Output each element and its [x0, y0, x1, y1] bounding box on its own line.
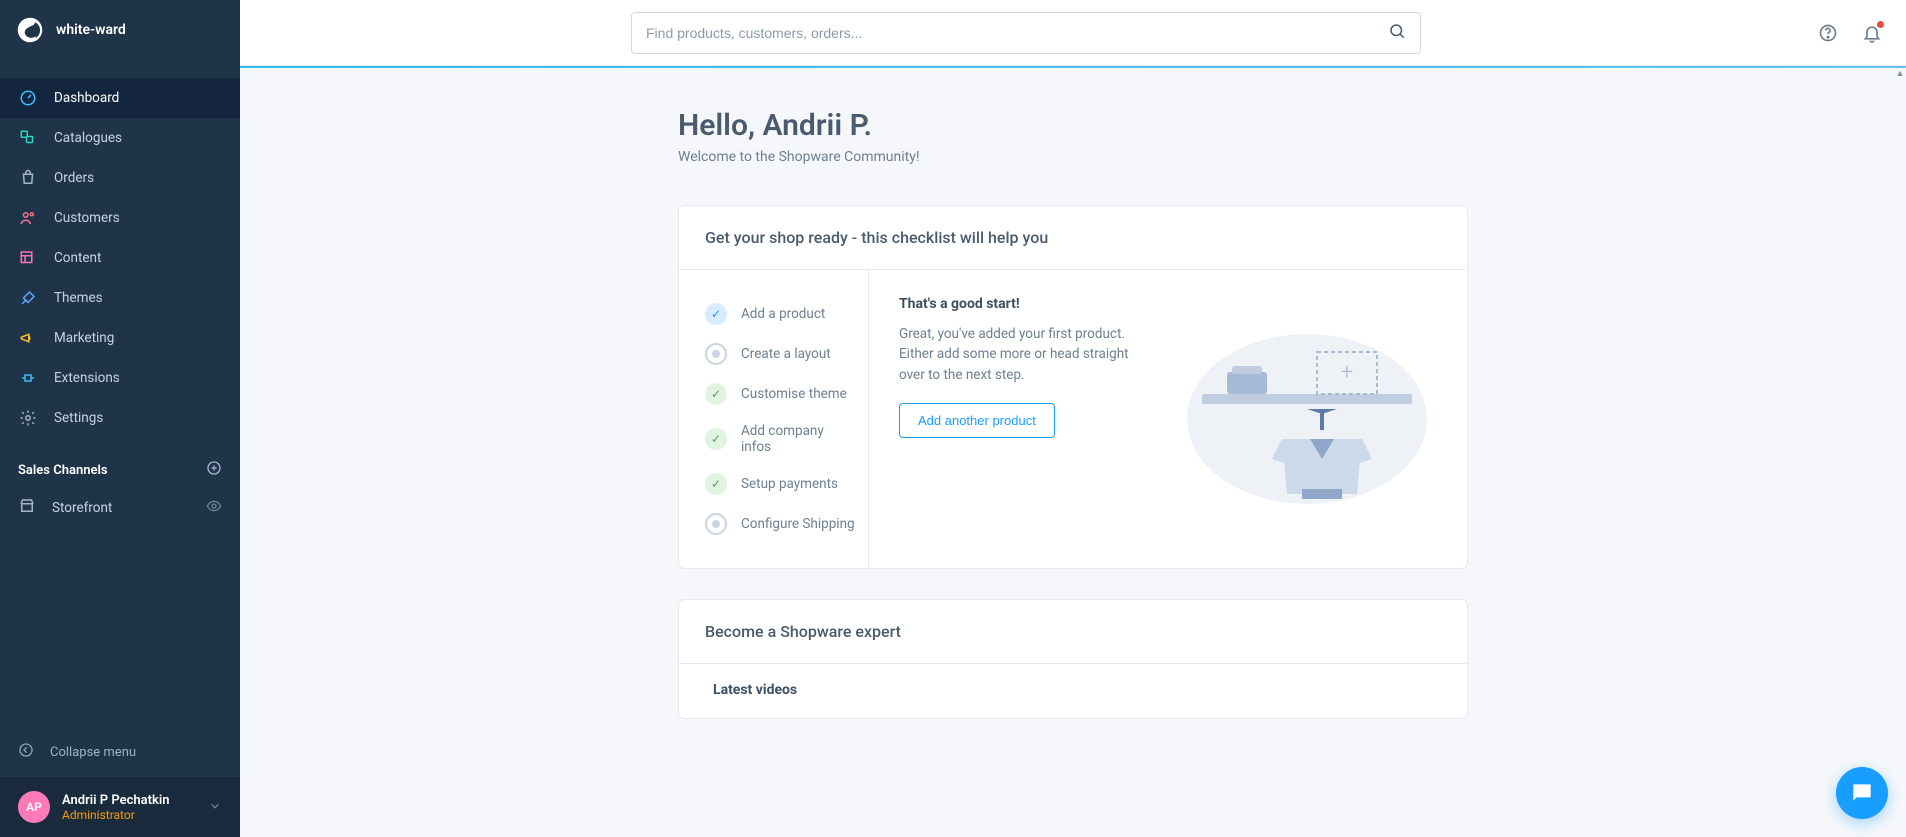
main: Hello, Andrii P. Welcome to the Shopware… — [240, 0, 1906, 837]
nav-label: Marketing — [54, 330, 114, 346]
storefront-icon — [18, 497, 36, 519]
checklist-label: Setup payments — [741, 476, 838, 492]
checklist-item-customise-theme[interactable]: ✓ Customise theme — [705, 374, 856, 414]
search-input[interactable] — [646, 25, 1388, 41]
search-input-wrap[interactable] — [631, 12, 1421, 54]
plugin-icon — [18, 368, 38, 388]
checklist-item-shipping[interactable]: Configure Shipping — [705, 504, 856, 544]
boxes-icon — [18, 128, 38, 148]
nav-label: Catalogues — [54, 130, 122, 146]
checklist-detail: That's a good start! Great, you've added… — [869, 270, 1467, 568]
help-icon[interactable] — [1818, 23, 1838, 43]
page-subtitle: Welcome to the Shopware Community! — [678, 149, 1468, 165]
brand-name: white-ward — [56, 22, 126, 38]
check-icon: ✓ — [705, 303, 727, 325]
checklist-label: Create a layout — [741, 346, 831, 362]
megaphone-icon — [18, 328, 38, 348]
topbar-actions — [1788, 23, 1882, 43]
nav-label: Settings — [54, 410, 103, 426]
user-role: Administrator — [62, 808, 169, 822]
checklist: ✓ Add a product Create a layout ✓ Custom… — [679, 270, 869, 568]
checklist-label: Add company infos — [741, 423, 856, 455]
bag-icon — [18, 168, 38, 188]
nav-marketing[interactable]: Marketing — [0, 318, 240, 358]
layout-icon — [18, 248, 38, 268]
avatar: AP — [18, 791, 50, 823]
notification-dot-icon — [1877, 21, 1884, 28]
nav-customers[interactable]: Customers — [0, 198, 240, 238]
gear-icon — [18, 408, 38, 428]
page-title: Hello, Andrii P. — [678, 108, 1468, 143]
checklist-label: Configure Shipping — [741, 516, 855, 532]
checklist-item-create-layout[interactable]: Create a layout — [705, 334, 856, 374]
chevron-down-icon — [208, 798, 222, 817]
search-icon[interactable] — [1388, 22, 1406, 44]
checklist-label: Customise theme — [741, 386, 847, 402]
main-nav: Dashboard Catalogues Orders Customers Co… — [0, 60, 240, 438]
checklist-item-setup-payments[interactable]: ✓ Setup payments — [705, 464, 856, 504]
checklist-card: Get your shop ready - this checklist wil… — [678, 205, 1468, 569]
nav-dashboard[interactable]: Dashboard — [0, 78, 240, 118]
topbar — [240, 0, 1906, 66]
expert-card-title: Become a Shopware expert — [679, 600, 1467, 664]
nav-label: Extensions — [54, 370, 120, 386]
collapse-label: Collapse menu — [50, 745, 136, 760]
checklist-label: Add a product — [741, 306, 825, 322]
nav-orders[interactable]: Orders — [0, 158, 240, 198]
gauge-icon — [18, 88, 38, 108]
nav-label: Orders — [54, 170, 94, 186]
collapse-icon — [18, 742, 34, 762]
checklist-illustration-icon: + — [1177, 296, 1437, 542]
check-icon: ✓ — [705, 428, 727, 450]
user-footer[interactable]: AP Andrii P Pechatkin Administrator — [0, 776, 240, 837]
detail-desc: Great, you've added your first product. … — [899, 324, 1147, 385]
nav-extensions[interactable]: Extensions — [0, 358, 240, 398]
users-icon — [18, 208, 38, 228]
checklist-card-title: Get your shop ready - this checklist wil… — [679, 206, 1467, 270]
expert-card-subtitle: Latest videos — [679, 664, 1467, 698]
sales-channel-label: Storefront — [52, 500, 112, 516]
checklist-item-add-product[interactable]: ✓ Add a product — [705, 294, 856, 334]
nav-settings[interactable]: Settings — [0, 398, 240, 438]
add-channel-icon[interactable] — [206, 460, 222, 480]
circle-icon — [705, 343, 727, 365]
content-scroll[interactable]: Hello, Andrii P. Welcome to the Shopware… — [240, 68, 1906, 837]
eye-icon[interactable] — [206, 498, 222, 518]
nav-label: Themes — [54, 290, 103, 306]
nav-content[interactable]: Content — [0, 238, 240, 278]
sidebar-header: white-ward — [0, 0, 240, 60]
detail-title: That's a good start! — [899, 296, 1147, 312]
check-icon: ✓ — [705, 473, 727, 495]
add-another-product-button[interactable]: Add another product — [899, 403, 1055, 438]
brand-logo-icon — [16, 16, 44, 44]
nav-themes[interactable]: Themes — [0, 278, 240, 318]
expert-card: Become a Shopware expert Latest videos — [678, 599, 1468, 719]
sales-channels-title: Sales Channels — [18, 463, 108, 478]
brush-icon — [18, 288, 38, 308]
sales-channels-header: Sales Channels — [0, 438, 240, 488]
nav-catalogues[interactable]: Catalogues — [0, 118, 240, 158]
bell-icon[interactable] — [1862, 23, 1882, 43]
checklist-item-company-infos[interactable]: ✓ Add company infos — [705, 414, 856, 464]
svg-text:+: + — [1341, 360, 1353, 385]
collapse-menu-button[interactable]: Collapse menu — [0, 728, 240, 776]
nav-label: Customers — [54, 210, 120, 226]
circle-icon — [705, 513, 727, 535]
check-icon: ✓ — [705, 383, 727, 405]
nav-label: Content — [54, 250, 101, 266]
scroll-up-arrow-icon[interactable]: ▲ — [1894, 68, 1906, 80]
sales-channel-storefront[interactable]: Storefront — [0, 488, 240, 528]
sidebar: white-ward Dashboard Catalogues Orders C… — [0, 0, 240, 837]
nav-label: Dashboard — [54, 90, 119, 106]
user-name: Andrii P Pechatkin — [62, 793, 169, 808]
chat-fab-button[interactable] — [1836, 767, 1888, 819]
